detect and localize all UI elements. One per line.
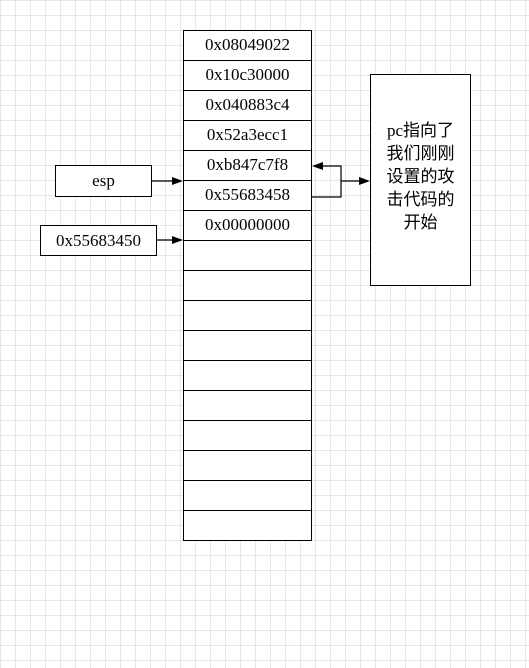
- loop-arrow: [312, 162, 342, 198]
- esp-arrow: [152, 177, 183, 185]
- arrows-layer: [152, 162, 370, 244]
- address-arrow: [157, 236, 183, 244]
- note-arrow: [341, 177, 370, 185]
